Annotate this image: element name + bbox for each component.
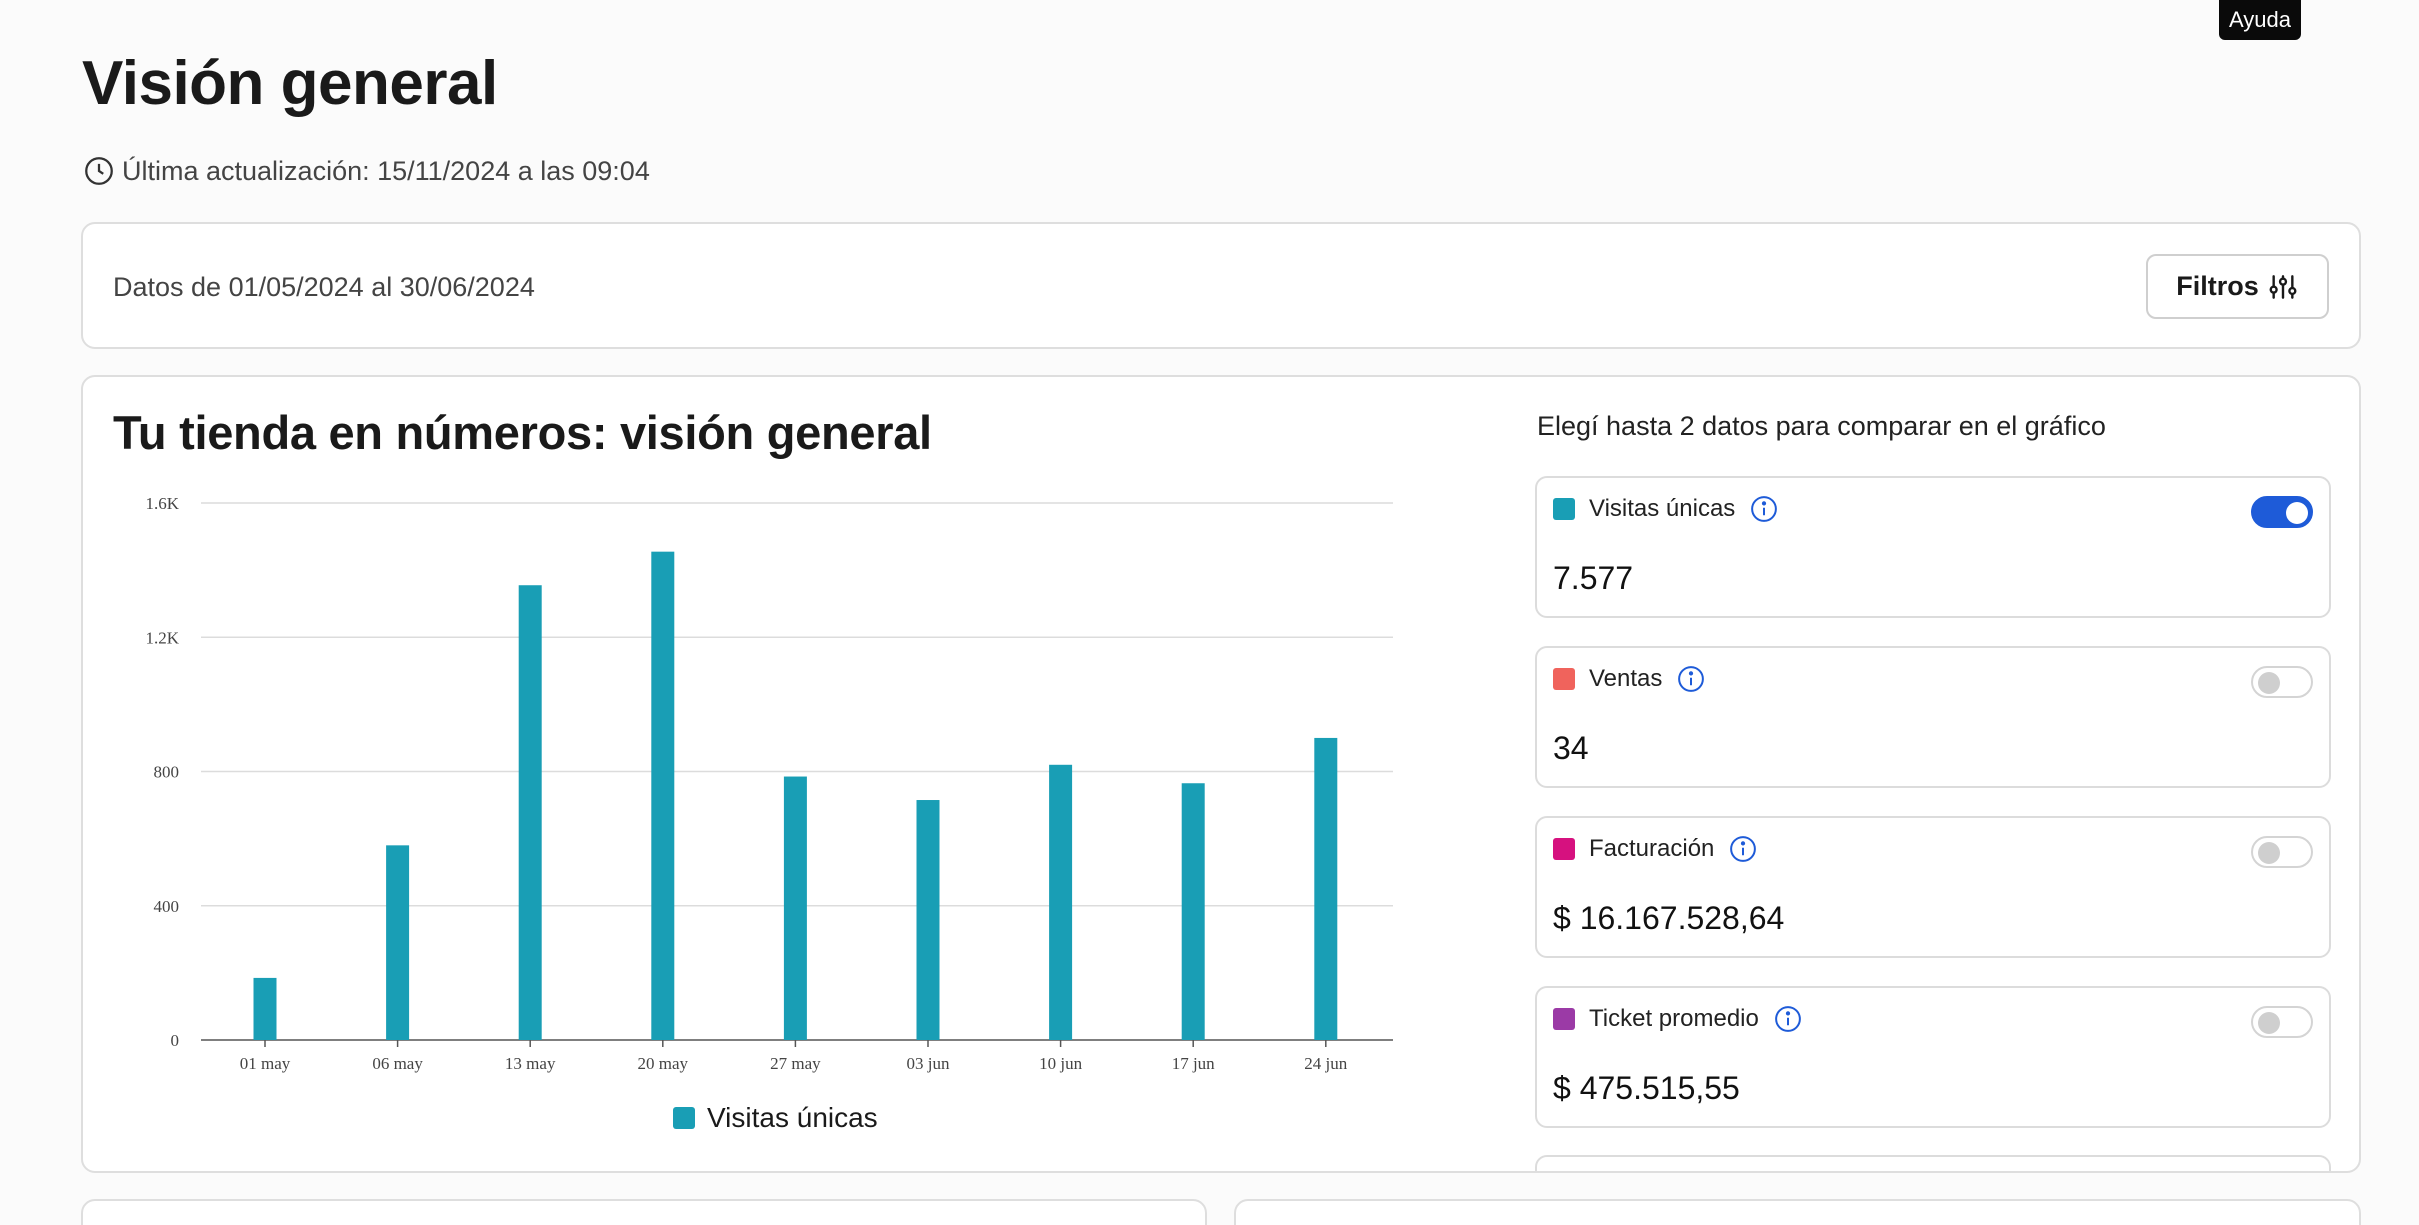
metric-label: Ticket promedio bbox=[1589, 1005, 1759, 1032]
help-label: Ayuda bbox=[2229, 7, 2291, 32]
metric-toggle[interactable] bbox=[2251, 666, 2313, 698]
bar bbox=[518, 585, 542, 1040]
x-tick-label: 10 jun bbox=[1039, 1054, 1082, 1073]
metric-label: Visitas únicas bbox=[1589, 495, 1736, 522]
metric-card-facturacion: Facturación $ 16.167.528,64 bbox=[1535, 816, 2331, 958]
metric-header: Facturación bbox=[1553, 834, 1758, 864]
bar bbox=[253, 977, 277, 1040]
bar bbox=[651, 551, 675, 1040]
x-tick-label: 13 may bbox=[505, 1054, 556, 1073]
date-filter-card: Datos de 01/05/2024 al 30/06/2024 Filtro… bbox=[81, 222, 2361, 349]
metric-card-visitas: Visitas únicas 7.577 bbox=[1535, 476, 2331, 618]
bottom-left-card bbox=[81, 1199, 1207, 1225]
metric-header: Ticket promedio bbox=[1553, 1004, 1803, 1034]
metric-value: 34 bbox=[1553, 730, 1589, 766]
metric-header: Ventas bbox=[1553, 664, 1706, 694]
date-range-text: Datos de 01/05/2024 al 30/06/2024 bbox=[113, 272, 535, 302]
toggle-knob bbox=[2258, 1012, 2280, 1034]
page-title: Visión general bbox=[82, 49, 498, 118]
x-tick-label: 24 jun bbox=[1304, 1054, 1347, 1073]
metric-color-swatch bbox=[1553, 498, 1575, 520]
metric-value: $ 475.515,55 bbox=[1553, 1070, 1740, 1106]
sliders-icon bbox=[2269, 274, 2297, 299]
x-tick-label: 06 may bbox=[372, 1054, 423, 1073]
x-tick-label: 27 may bbox=[770, 1054, 821, 1073]
metric-card-ventas: Ventas 34 bbox=[1535, 646, 2331, 788]
x-tick-label: 03 jun bbox=[907, 1054, 950, 1073]
x-tick-label: 01 may bbox=[240, 1054, 291, 1073]
store-overview-card: Tu tienda en números: visión general 0 40… bbox=[81, 375, 2361, 1173]
bar bbox=[783, 776, 807, 1040]
y-tick-label: 800 bbox=[154, 763, 180, 782]
metric-label: Ventas bbox=[1589, 665, 1663, 692]
metric-color-swatch bbox=[1553, 668, 1575, 690]
toggle-knob bbox=[2258, 842, 2280, 864]
info-icon[interactable] bbox=[1773, 1004, 1803, 1034]
bar bbox=[916, 800, 940, 1040]
legend-swatch bbox=[673, 1107, 695, 1129]
help-tooltip[interactable]: Ayuda bbox=[2219, 0, 2301, 40]
info-icon[interactable] bbox=[1749, 494, 1779, 524]
info-icon[interactable] bbox=[1676, 664, 1706, 694]
bar bbox=[1049, 764, 1073, 1040]
y-tick-label: 1.6K bbox=[145, 494, 179, 513]
chart-legend: Visitas únicas bbox=[673, 1102, 878, 1134]
bar bbox=[386, 845, 410, 1040]
x-tick-label: 20 may bbox=[638, 1054, 689, 1073]
last-updated: Última actualización: 15/11/2024 a las 0… bbox=[82, 154, 650, 188]
metric-toggle[interactable] bbox=[2251, 1006, 2313, 1038]
metric-toggle[interactable] bbox=[2251, 496, 2313, 528]
compare-hint: Elegí hasta 2 datos para comparar en el … bbox=[1537, 411, 2106, 441]
metric-label: Facturación bbox=[1589, 835, 1715, 862]
visits-bar-chart: 0 400 800 1.2K 1.6K 01 may 06 may 13 may 20 may 2… bbox=[145, 494, 1393, 1073]
filters-button-label: Filtros bbox=[2176, 271, 2259, 301]
bottom-right-card bbox=[1234, 1199, 2361, 1225]
legend-label: Visitas únicas bbox=[707, 1102, 878, 1133]
y-tick-label: 1.2K bbox=[145, 628, 179, 647]
metric-value: 7.577 bbox=[1553, 560, 1634, 596]
toggle-knob bbox=[2258, 672, 2280, 694]
bar bbox=[1181, 783, 1205, 1040]
info-icon[interactable] bbox=[1728, 834, 1758, 864]
clock-icon bbox=[85, 157, 113, 185]
metric-card-ticket: Ticket promedio $ 475.515,55 bbox=[1535, 986, 2331, 1128]
x-tick-label: 17 jun bbox=[1172, 1054, 1215, 1073]
metric-card-next bbox=[1535, 1155, 2331, 1171]
metric-toggle[interactable] bbox=[2251, 836, 2313, 868]
y-tick-label: 400 bbox=[154, 897, 180, 916]
y-tick-label: 0 bbox=[171, 1031, 180, 1050]
metric-color-swatch bbox=[1553, 1008, 1575, 1030]
metric-value: $ 16.167.528,64 bbox=[1553, 900, 1785, 936]
bar bbox=[1314, 737, 1338, 1040]
overview-page: Ayuda Visión general Última actualizació… bbox=[0, 0, 2419, 1225]
filters-button[interactable]: Filtros bbox=[2146, 254, 2329, 319]
toggle-knob bbox=[2286, 502, 2308, 524]
metric-color-swatch bbox=[1553, 838, 1575, 860]
metric-header: Visitas únicas bbox=[1553, 494, 1779, 524]
last-updated-text: Última actualización: 15/11/2024 a las 0… bbox=[122, 155, 650, 186]
